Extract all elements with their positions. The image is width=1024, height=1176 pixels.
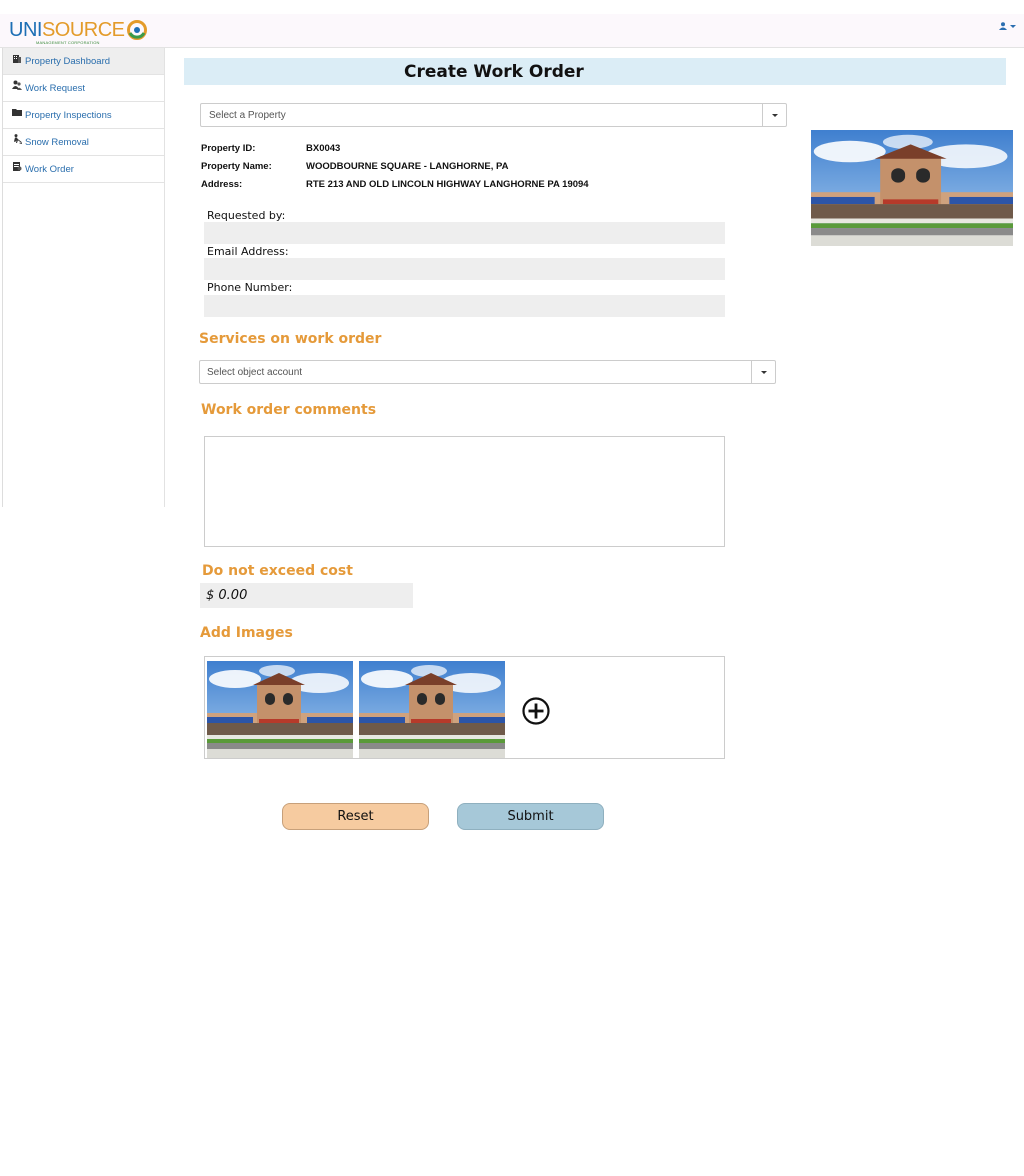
logo-uni-text: UNI	[9, 19, 42, 41]
folder-icon	[12, 109, 22, 116]
phone-number-label: Phone Number:	[207, 281, 293, 294]
property-id-value: BX0043	[306, 143, 341, 154]
sidebar-item-label: Property Inspections	[25, 109, 112, 121]
property-select[interactable]: Select a Property	[200, 103, 787, 127]
email-address-label: Email Address:	[207, 245, 289, 258]
logo-subtitle: MANAGEMENT CORPORATION	[36, 40, 100, 45]
sidebar: Property Dashboard Work Request Property…	[2, 48, 165, 507]
sidebar-item-label: Work Order	[25, 163, 74, 175]
comments-section-title: Work order comments	[201, 402, 377, 418]
submit-button[interactable]: Submit	[457, 803, 604, 830]
sidebar-item-snow-removal[interactable]: Snow Removal	[3, 129, 164, 156]
images-section-title: Add Images	[200, 625, 293, 641]
logo-source-text: SOURCE	[41, 19, 125, 41]
email-address-field[interactable]	[204, 258, 725, 280]
chevron-down-icon[interactable]	[762, 104, 786, 126]
plus-circle-icon[interactable]	[521, 696, 551, 726]
requested-by-field[interactable]	[204, 222, 725, 244]
user-menu[interactable]	[999, 22, 1016, 30]
person-shovel-icon	[14, 134, 22, 144]
property-name-value: WOODBOURNE SQUARE - LANGHORNE, PA	[306, 161, 509, 172]
building-icon	[13, 55, 21, 63]
sidebar-item-label: Work Request	[25, 82, 86, 94]
phone-number-field[interactable]	[204, 295, 725, 317]
property-address-label: Address:	[201, 179, 243, 190]
sidebar-item-label: Property Dashboard	[25, 55, 111, 67]
cost-input[interactable]: $ 0.00	[200, 583, 413, 608]
object-account-placeholder: Select object account	[207, 366, 303, 378]
user-icon	[999, 22, 1007, 30]
property-address-value: RTE 213 AND OLD LINCOLN HIGHWAY LANGHORN…	[306, 179, 589, 190]
sidebar-item-property-dashboard[interactable]: Property Dashboard	[3, 48, 164, 75]
image-thumbnail[interactable]	[207, 661, 353, 758]
cost-section-title: Do not exceed cost	[202, 563, 353, 579]
image-thumbnail[interactable]	[359, 661, 505, 758]
object-account-select[interactable]: Select object account	[199, 360, 776, 384]
logo-mark-icon	[126, 20, 147, 40]
reset-button[interactable]: Reset	[282, 803, 429, 830]
chevron-down-icon[interactable]	[751, 361, 775, 383]
page-title: Create Work Order	[404, 62, 584, 82]
page-header: Create Work Order	[184, 58, 1006, 85]
sidebar-item-property-inspections[interactable]: Property Inspections	[3, 102, 164, 129]
clipboard-icon	[13, 162, 22, 171]
users-icon	[12, 80, 22, 90]
chevron-down-icon	[1010, 24, 1016, 28]
requested-by-label: Requested by:	[207, 209, 286, 222]
top-navbar: UNISOURCE MANAGEMENT CORPORATION	[0, 14, 1024, 48]
sidebar-item-work-request[interactable]: Work Request	[3, 75, 164, 102]
sidebar-item-work-order[interactable]: Work Order	[3, 156, 164, 183]
property-photo	[811, 130, 1013, 246]
property-name-label: Property Name:	[201, 161, 272, 172]
sidebar-item-label: Snow Removal	[25, 136, 89, 148]
property-select-placeholder: Select a Property	[209, 109, 286, 121]
services-section-title: Services on work order	[199, 331, 382, 347]
comments-textarea[interactable]	[204, 436, 725, 547]
property-id-label: Property ID:	[201, 143, 256, 154]
image-upload-area	[204, 656, 725, 759]
unisource-logo[interactable]: UNISOURCE MANAGEMENT CORPORATION	[9, 19, 148, 45]
